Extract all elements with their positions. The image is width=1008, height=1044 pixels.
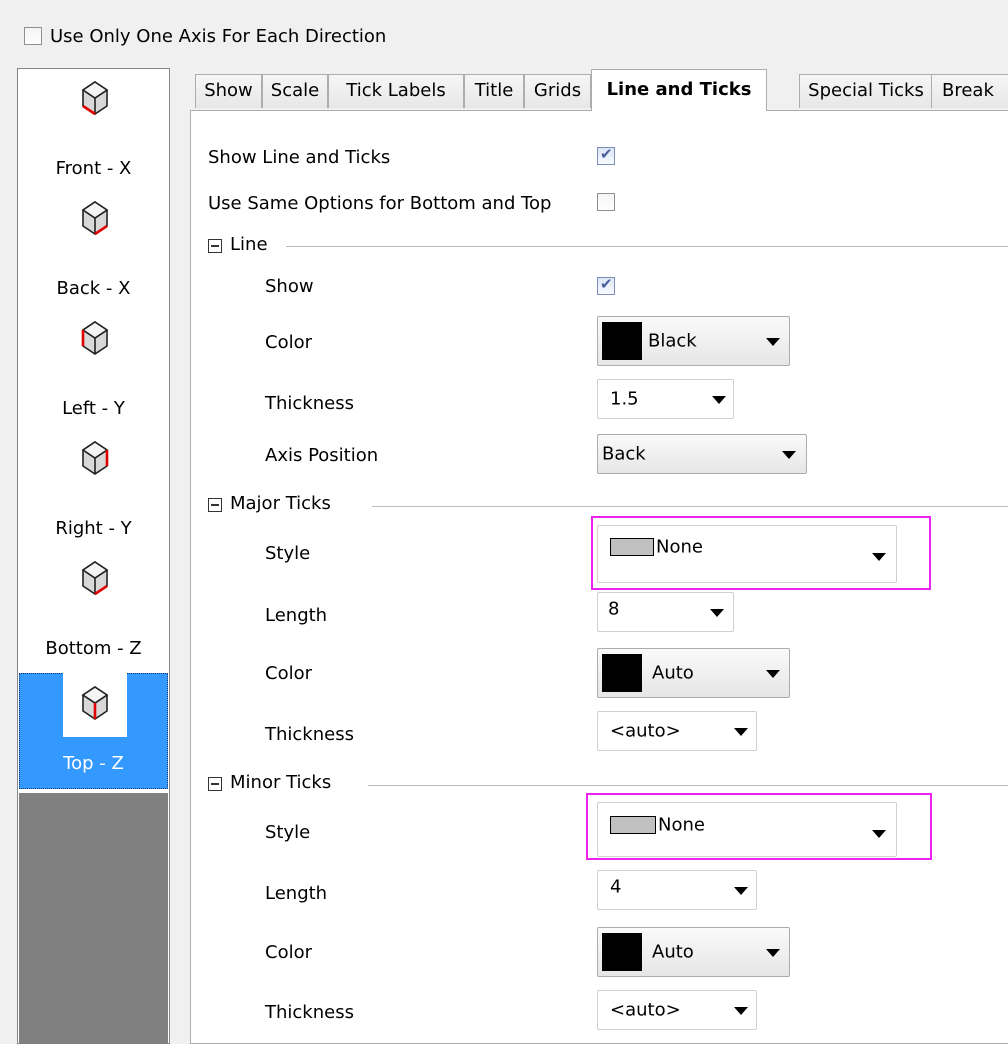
- minor-style-label: Style: [265, 822, 311, 843]
- sidebar-item-label: Top - Z: [63, 753, 124, 774]
- show-line-ticks-checkbox[interactable]: [597, 145, 615, 165]
- cube-top-z-icon: [81, 686, 109, 720]
- minor-style-dropdown[interactable]: None: [597, 802, 897, 857]
- same-options-checkbox[interactable]: [597, 193, 615, 211]
- same-options-label: Use Same Options for Bottom and Top: [208, 193, 552, 214]
- chevron-down-icon: [734, 1007, 748, 1015]
- major-style-dropdown[interactable]: None: [597, 525, 897, 583]
- cube-left-y-icon: [81, 321, 109, 355]
- chevron-down-icon: [766, 670, 780, 678]
- tab-title[interactable]: Title: [464, 74, 524, 108]
- tab-show[interactable]: Show: [195, 74, 262, 108]
- chevron-down-icon: [712, 396, 726, 404]
- sidebar-item-label: Right - Y: [55, 518, 132, 539]
- line-show-checkbox[interactable]: [597, 275, 615, 295]
- line-collapse-icon[interactable]: [208, 239, 222, 253]
- minor-thickness-label: Thickness: [265, 1002, 354, 1023]
- axis-position-dropdown[interactable]: Back: [597, 434, 807, 474]
- minor-style-swatch: [610, 816, 656, 834]
- chevron-down-icon: [872, 830, 886, 838]
- major-length-label: Length: [265, 605, 328, 626]
- line-thickness-dropdown[interactable]: 1.5: [597, 379, 734, 419]
- tab-scale[interactable]: Scale: [262, 74, 328, 108]
- major-color-swatch: [602, 654, 642, 692]
- chevron-down-icon: [872, 553, 886, 561]
- minor-length-label: Length: [265, 883, 328, 904]
- cube-right-y-icon: [81, 441, 109, 475]
- axis-position-label: Axis Position: [265, 445, 379, 466]
- sidebar-item-label: Back - X: [56, 278, 131, 299]
- tab-special-ticks[interactable]: Special Ticks: [799, 74, 933, 108]
- chevron-down-icon: [766, 949, 780, 957]
- minor-ticks-group-title: Minor Ticks: [230, 772, 332, 793]
- sidebar-item-right-y[interactable]: Right - Y: [19, 440, 168, 552]
- line-group-divider: [286, 246, 1008, 247]
- use-one-axis-label: Use Only One Axis For Each Direction: [50, 26, 387, 47]
- tab-grids[interactable]: Grids: [524, 74, 591, 108]
- minor-length-dropdown[interactable]: 4: [597, 870, 757, 910]
- sidebar-item-label: Left - Y: [62, 398, 125, 419]
- sidebar-item-back-x[interactable]: Back - X: [19, 200, 168, 312]
- major-color-dropdown[interactable]: Auto: [597, 648, 790, 698]
- major-length-dropdown[interactable]: 8: [597, 592, 734, 632]
- major-thickness-dropdown[interactable]: <auto>: [597, 711, 757, 751]
- major-ticks-group-title: Major Ticks: [230, 493, 331, 514]
- tab-break[interactable]: Break: [931, 74, 1008, 108]
- line-color-dropdown[interactable]: Black: [597, 316, 790, 366]
- line-color-swatch: [602, 322, 642, 360]
- axis-list-empty-area: [19, 793, 168, 1044]
- cube-front-x-icon: [81, 81, 109, 116]
- chevron-down-icon: [734, 728, 748, 736]
- major-style-label: Style: [265, 543, 311, 564]
- major-ticks-group-divider: [372, 506, 1008, 507]
- line-thickness-label: Thickness: [265, 393, 354, 414]
- chevron-down-icon: [710, 609, 724, 617]
- minor-ticks-collapse-icon[interactable]: [208, 777, 222, 791]
- minor-color-swatch: [602, 933, 642, 971]
- sidebar-item-left-y[interactable]: Left - Y: [19, 320, 168, 432]
- cube-bottom-z-icon: [81, 561, 109, 596]
- tab-bar: Show Scale Tick Labels Title Grids Line …: [190, 69, 1008, 111]
- chevron-down-icon: [782, 451, 796, 459]
- chevron-down-icon: [766, 338, 780, 346]
- major-color-label: Color: [265, 663, 312, 684]
- tab-tick-labels[interactable]: Tick Labels: [328, 74, 464, 108]
- major-ticks-collapse-icon[interactable]: [208, 498, 222, 512]
- use-one-axis-checkbox[interactable]: [24, 27, 42, 45]
- cube-back-x-icon: [81, 201, 109, 236]
- sidebar-item-label: Front - X: [55, 158, 132, 179]
- minor-thickness-dropdown[interactable]: <auto>: [597, 990, 757, 1030]
- sidebar-item-top-z[interactable]: Top - Z: [19, 673, 168, 789]
- sidebar-item-label: Bottom - Z: [45, 638, 142, 659]
- line-color-label: Color: [265, 332, 312, 353]
- tab-line-and-ticks[interactable]: Line and Ticks: [591, 69, 767, 111]
- line-group-title: Line: [230, 234, 268, 255]
- major-thickness-label: Thickness: [265, 724, 354, 745]
- line-show-label: Show: [265, 276, 314, 297]
- minor-color-dropdown[interactable]: Auto: [597, 927, 790, 977]
- sidebar-item-bottom-z[interactable]: Bottom - Z: [19, 560, 168, 672]
- major-style-swatch: [610, 538, 654, 556]
- chevron-down-icon: [734, 887, 748, 895]
- minor-ticks-group-divider: [368, 785, 1008, 786]
- minor-color-label: Color: [265, 942, 312, 963]
- sidebar-item-front-x[interactable]: Front - X: [19, 80, 168, 192]
- show-line-ticks-label: Show Line and Ticks: [208, 147, 391, 168]
